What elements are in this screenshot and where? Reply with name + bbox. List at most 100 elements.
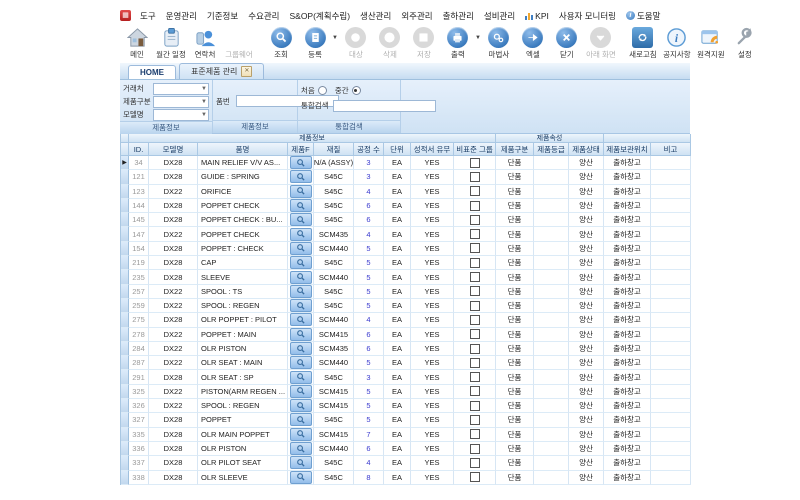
product-lookup-button[interactable] bbox=[290, 371, 312, 384]
column-header-제품구분[interactable]: 제품구분 bbox=[496, 143, 534, 156]
product-lookup-button[interactable] bbox=[290, 213, 312, 226]
menu-item-생산관리[interactable]: 생산관리 bbox=[355, 8, 396, 24]
nonstandard-group-checkbox[interactable] bbox=[470, 301, 480, 311]
row-selector[interactable] bbox=[121, 242, 129, 256]
menu-item-수요관리[interactable]: 수요관리 bbox=[243, 8, 284, 24]
menu-item-S&OP(계획수립)[interactable]: S&OP(계획수립) bbox=[284, 8, 355, 24]
row-selector[interactable]: ▶ bbox=[121, 156, 129, 170]
nonstandard-group-checkbox[interactable] bbox=[470, 401, 480, 411]
menu-item-출하관리[interactable]: 출하관리 bbox=[438, 8, 479, 24]
product-lookup-button[interactable] bbox=[290, 399, 312, 412]
toolbar-button-조회[interactable]: 조회 bbox=[264, 27, 298, 60]
table-row[interactable]: 123DX22ORIFICES45C4EAYES단품양산출하창고 bbox=[121, 185, 689, 199]
nonstandard-group-checkbox[interactable] bbox=[470, 172, 480, 182]
nonstandard-group-checkbox[interactable] bbox=[470, 286, 480, 296]
product-lookup-button[interactable] bbox=[290, 185, 312, 198]
row-selector[interactable] bbox=[121, 342, 129, 356]
table-row[interactable]: 325DX22PISTON(ARM REGEN ...SCM4155EAYES단… bbox=[121, 385, 689, 399]
product-lookup-button[interactable] bbox=[290, 170, 312, 183]
table-row[interactable]: 336DX28OLR PISTONSCM4406EAYES단품양산출하창고 bbox=[121, 442, 689, 456]
nonstandard-group-checkbox[interactable] bbox=[470, 415, 480, 425]
row-selector[interactable] bbox=[121, 471, 129, 485]
menu-item-설비관리[interactable]: 설비관리 bbox=[479, 8, 520, 24]
row-selector[interactable] bbox=[121, 442, 129, 456]
product-lookup-button[interactable] bbox=[290, 256, 312, 269]
row-selector[interactable] bbox=[121, 428, 129, 442]
column-header-모델명[interactable]: 모델명 bbox=[149, 143, 198, 156]
menu-item-도구[interactable]: 도구 bbox=[135, 8, 161, 24]
table-row[interactable]: 284DX22OLR PISTONSCM4356EAYES단품양산출하창고 bbox=[121, 342, 689, 356]
product-lookup-button[interactable] bbox=[290, 199, 312, 212]
nonstandard-group-checkbox[interactable] bbox=[470, 386, 480, 396]
table-row[interactable]: 121DX28GUIDE : SPRINGS45C3EAYES단품양산출하창고 bbox=[121, 170, 689, 184]
nonstandard-group-checkbox[interactable] bbox=[470, 329, 480, 339]
row-selector[interactable] bbox=[121, 399, 129, 413]
row-selector[interactable] bbox=[121, 227, 129, 241]
column-header-단위[interactable]: 단위 bbox=[384, 143, 411, 156]
nonstandard-group-checkbox[interactable] bbox=[470, 215, 480, 225]
column-header-제품등급[interactable]: 제품등급 bbox=[534, 143, 569, 156]
toolbar-button-공지사항[interactable]: i공지사항 bbox=[660, 27, 694, 60]
toolbar-button-설정[interactable]: 설정 bbox=[728, 27, 762, 60]
table-row[interactable]: 338DX28OLR SLEEVES45C8EAYES단품양산출하창고 bbox=[121, 471, 689, 485]
table-row[interactable]: 327DX28POPPETS45C5EAYES단품양산출하창고 bbox=[121, 413, 689, 427]
product-lookup-button[interactable] bbox=[290, 271, 312, 284]
menu-item-도움말[interactable]: i도움말 bbox=[621, 8, 665, 24]
column-header-성적서 유무[interactable]: 성적서 유무 bbox=[411, 143, 454, 156]
nonstandard-group-checkbox[interactable] bbox=[470, 229, 480, 239]
table-row[interactable]: ▶34DX28MAIN RELIEF V/V AS...N/A (ASSY)3E… bbox=[121, 156, 689, 170]
toolbar-button-메인[interactable]: 메인 bbox=[120, 27, 154, 60]
row-selector[interactable] bbox=[121, 199, 129, 213]
product-lookup-button[interactable] bbox=[290, 242, 312, 255]
radio-middle[interactable] bbox=[352, 86, 361, 95]
product-lookup-button[interactable] bbox=[290, 228, 312, 241]
column-header-비표준 그룹[interactable]: 비표준 그룹 bbox=[454, 143, 496, 156]
nonstandard-group-checkbox[interactable] bbox=[470, 429, 480, 439]
tab-HOME[interactable]: HOME bbox=[128, 65, 176, 79]
row-selector[interactable] bbox=[121, 385, 129, 399]
table-row[interactable]: 287DX22OLR SEAT : MAINSCM4405EAYES단품양산출하… bbox=[121, 356, 689, 370]
dropdown-arrow-icon[interactable]: ▼ bbox=[475, 35, 481, 41]
toolbar-button-원격지원[interactable]: 원격지원 bbox=[694, 27, 728, 60]
row-selector[interactable] bbox=[121, 213, 129, 227]
table-row[interactable]: 278DX22POPPET : MAINSCM4156EAYES단품양산출하창고 bbox=[121, 328, 689, 342]
nonstandard-group-checkbox[interactable] bbox=[470, 458, 480, 468]
nonstandard-group-checkbox[interactable] bbox=[470, 201, 480, 211]
column-header-재질[interactable]: 재질 bbox=[314, 143, 354, 156]
product-lookup-button[interactable] bbox=[290, 471, 312, 484]
nonstandard-group-checkbox[interactable] bbox=[470, 472, 480, 482]
row-selector[interactable] bbox=[121, 328, 129, 342]
nonstandard-group-checkbox[interactable] bbox=[470, 186, 480, 196]
menu-item-운영관리[interactable]: 운영관리 bbox=[161, 8, 202, 24]
toolbar-button-마법사[interactable]: 마법사 bbox=[482, 27, 516, 60]
toolbar-button-등록[interactable]: 등록 bbox=[298, 27, 332, 60]
column-header-제품F[interactable]: 제품F bbox=[288, 143, 314, 156]
row-selector[interactable] bbox=[121, 299, 129, 313]
menu-item-외주관리[interactable]: 외주관리 bbox=[396, 8, 437, 24]
table-row[interactable]: 235DX28SLEEVESCM4405EAYES단품양산출하창고 bbox=[121, 270, 689, 284]
table-row[interactable]: 337DX28OLR PILOT SEATS45C4EAYES단품양산출하창고 bbox=[121, 456, 689, 470]
toolbar-button-닫기[interactable]: 닫기 bbox=[550, 27, 584, 60]
row-selector[interactable] bbox=[121, 456, 129, 470]
table-row[interactable]: 257DX22SPOOL : TSS45C5EAYES단품양산출하창고 bbox=[121, 285, 689, 299]
product-type-combo[interactable]: ▼ bbox=[153, 96, 209, 108]
product-lookup-button[interactable] bbox=[290, 342, 312, 355]
row-selector[interactable] bbox=[121, 256, 129, 270]
product-lookup-button[interactable] bbox=[290, 428, 312, 441]
product-lookup-button[interactable] bbox=[290, 313, 312, 326]
nonstandard-group-checkbox[interactable] bbox=[470, 158, 480, 168]
row-selector[interactable] bbox=[121, 370, 129, 384]
toolbar-button-연락처[interactable]: 연락처 bbox=[188, 27, 222, 60]
table-row[interactable]: 144DX28POPPET CHECKS45C6EAYES단품양산출하창고 bbox=[121, 199, 689, 213]
table-row[interactable]: 147DX22POPPET CHECKSCM4354EAYES단품양산출하창고 bbox=[121, 227, 689, 241]
toolbar-button-출력[interactable]: 출력 bbox=[441, 27, 475, 60]
table-row[interactable]: 275DX28OLR POPPET : PILOTSCM4404EAYES단품양… bbox=[121, 313, 689, 327]
product-lookup-button[interactable] bbox=[290, 413, 312, 426]
product-lookup-button[interactable] bbox=[290, 456, 312, 469]
row-selector[interactable] bbox=[121, 285, 129, 299]
table-row[interactable]: 145DX28POPPET CHECK : BU...S45C6EAYES단품양… bbox=[121, 213, 689, 227]
menu-item-기준정보[interactable]: 기준정보 bbox=[202, 8, 243, 24]
customer-combo[interactable]: ▼ bbox=[153, 83, 209, 95]
product-lookup-button[interactable] bbox=[290, 356, 312, 369]
product-lookup-button[interactable] bbox=[290, 385, 312, 398]
